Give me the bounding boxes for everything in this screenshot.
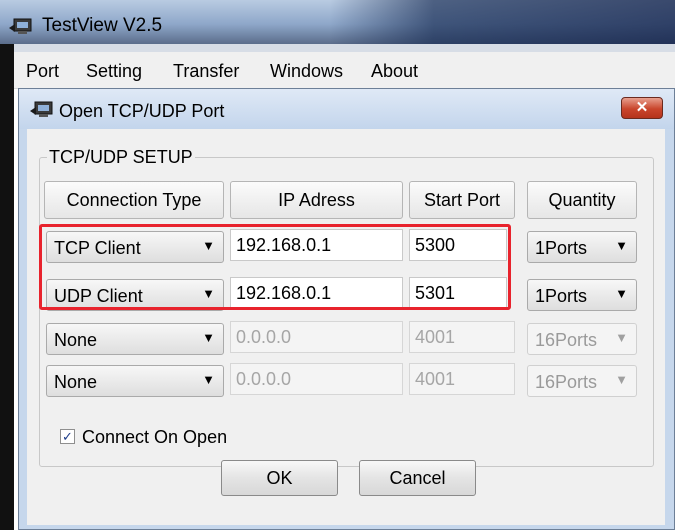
group-label: TCP/UDP SETUP — [47, 147, 195, 168]
quantity-value: 16Ports — [535, 372, 598, 392]
ip-address-value: 0.0.0.0 — [236, 327, 292, 347]
chevron-down-icon: ▼ — [202, 372, 215, 387]
menu-transfer[interactable]: Transfer — [173, 61, 239, 82]
close-button[interactable]: ✕ — [621, 97, 663, 119]
menu-windows[interactable]: Windows — [270, 61, 343, 82]
chevron-down-icon: ▼ — [615, 286, 628, 301]
quantity-select: 16Ports ▼ — [527, 365, 637, 397]
app-title: TestView V2.5 — [42, 15, 163, 36]
cancel-button[interactable]: Cancel — [359, 460, 476, 496]
app-icon — [9, 18, 32, 34]
connection-type-select[interactable]: None ▼ — [46, 365, 224, 397]
chevron-down-icon: ▼ — [202, 330, 215, 345]
header-quantity: Quantity — [527, 181, 637, 219]
close-icon: ✕ — [635, 99, 649, 116]
port-icon — [30, 101, 53, 117]
start-port-field: 4001 — [409, 363, 515, 395]
quantity-value: 1Ports — [535, 286, 588, 306]
chevron-down-icon: ▼ — [615, 238, 628, 253]
background-window-blur — [330, 0, 675, 44]
ip-address-field: 0.0.0.0 — [230, 363, 403, 395]
connection-type-value: None — [54, 372, 98, 392]
window-left-edge — [0, 44, 14, 530]
menubar: Port Setting Transfer Windows About — [14, 52, 675, 89]
chevron-down-icon: ▼ — [615, 372, 628, 387]
quantity-select[interactable]: 1Ports ▼ — [527, 279, 637, 311]
quantity-select[interactable]: 1Ports ▼ — [527, 231, 637, 263]
connect-on-open-label: Connect On Open — [82, 427, 228, 447]
header-start-port: Start Port — [409, 181, 515, 219]
connection-type-select[interactable]: None ▼ — [46, 323, 224, 355]
connection-type-value: None — [54, 330, 98, 350]
highlight-box — [39, 224, 511, 310]
ip-address-value: 0.0.0.0 — [236, 369, 292, 389]
window-frame-top — [14, 44, 675, 52]
quantity-value: 16Ports — [535, 330, 598, 350]
menu-port[interactable]: Port — [26, 61, 59, 82]
start-port-value: 4001 — [415, 327, 456, 347]
start-port-field: 4001 — [409, 321, 515, 353]
quantity-value: 1Ports — [535, 238, 588, 258]
chevron-down-icon: ▼ — [615, 330, 628, 345]
header-connection-type: Connection Type — [44, 181, 224, 219]
dialog-title: Open TCP/UDP Port — [59, 101, 225, 121]
menu-about[interactable]: About — [371, 61, 418, 82]
quantity-select: 16Ports ▼ — [527, 323, 637, 355]
header-ip-address: IP Adress — [230, 181, 403, 219]
connect-on-open-checkbox[interactable]: ✓ — [60, 429, 75, 444]
start-port-value: 4001 — [415, 369, 456, 389]
app-titlebar: TestView V2.5 — [0, 0, 675, 44]
menu-setting[interactable]: Setting — [86, 61, 142, 82]
ip-address-field: 0.0.0.0 — [230, 321, 403, 353]
dialog-titlebar[interactable]: Open TCP/UDP Port ✕ — [19, 89, 674, 129]
ok-button[interactable]: OK — [221, 460, 338, 496]
